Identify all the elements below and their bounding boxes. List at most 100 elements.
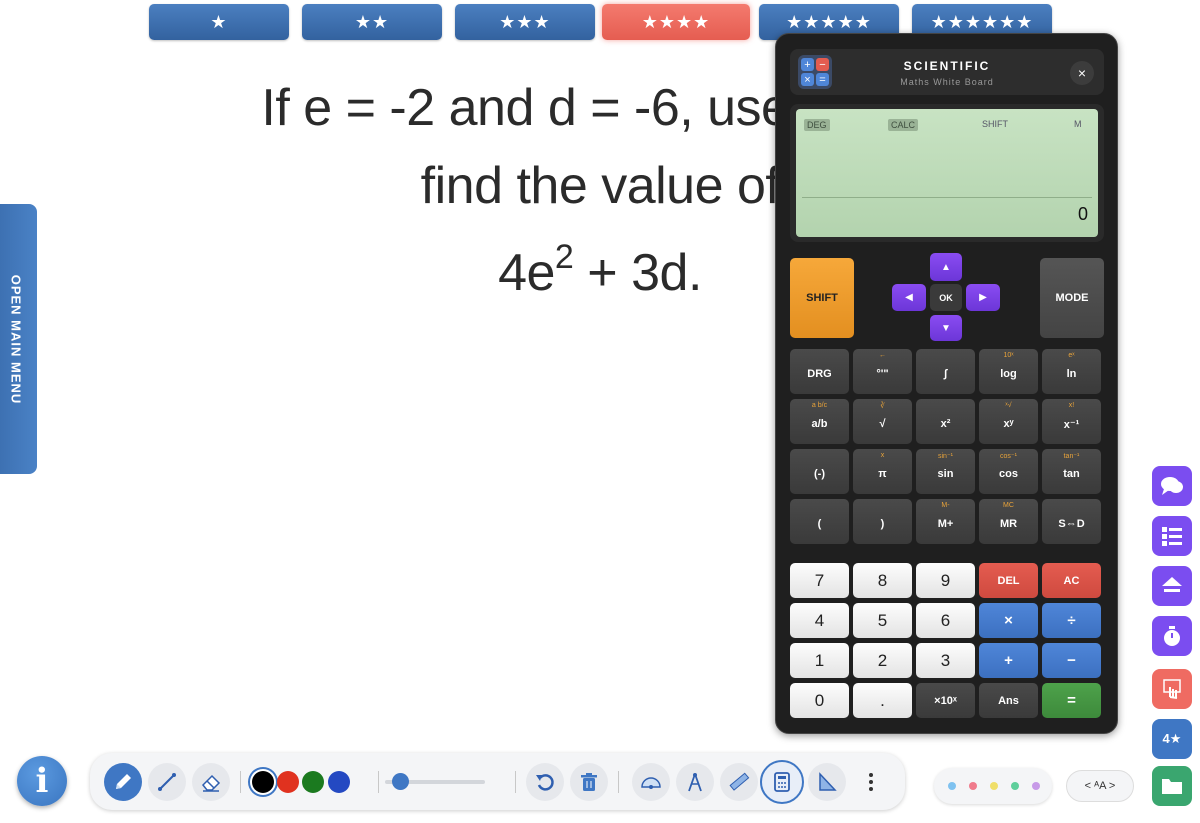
level-tab-1[interactable]: ★ (149, 4, 289, 40)
calc-key[interactable]: . (853, 683, 912, 718)
calc-key[interactable]: 10ˣ log (979, 349, 1038, 394)
secondary-function-label: ∛ (880, 403, 885, 410)
font-size-control[interactable]: < ᴬA > (1066, 770, 1134, 802)
calc-key[interactable]: (-) (790, 449, 849, 494)
right-arrow-key[interactable]: ▶ (966, 284, 1000, 311)
calc-key[interactable]: 9 (916, 563, 975, 598)
calc-key[interactable]: tan⁻¹ tan (1042, 449, 1101, 494)
calc-key[interactable]: ) (853, 499, 912, 544)
calc-key[interactable]: S⇔D (1042, 499, 1101, 544)
calc-key[interactable]: − (1042, 643, 1101, 678)
timer-icon[interactable] (1152, 616, 1192, 656)
info-button[interactable]: i (17, 756, 67, 806)
rating-icon[interactable]: 4★ (1152, 719, 1192, 759)
calc-key[interactable]: DEL (979, 563, 1038, 598)
level-tab-4[interactable]: ★★★★ (602, 4, 750, 40)
calc-key[interactable]: 1 (790, 643, 849, 678)
folder-icon[interactable] (1152, 766, 1192, 806)
calculator-icon[interactable] (760, 760, 804, 804)
key-label: (-) (814, 468, 825, 480)
up-arrow-key[interactable]: ▲ (930, 253, 962, 281)
color-swatch[interactable] (302, 771, 324, 793)
calc-key[interactable]: DRG (790, 349, 849, 394)
background-color-dot[interactable] (969, 782, 977, 790)
color-swatch[interactable] (328, 771, 350, 793)
calc-key[interactable]: ×10ˣ (916, 683, 975, 718)
key-label: log (1000, 368, 1017, 380)
ok-key[interactable]: OK (930, 284, 962, 311)
calc-key[interactable]: ∛ √ (853, 399, 912, 444)
key-label: π (878, 468, 887, 480)
ruler-icon[interactable] (720, 763, 758, 801)
calc-key[interactable]: ← °'" (853, 349, 912, 394)
eraser-icon[interactable] (192, 763, 230, 801)
calculator-display: DEG CALC SHIFT M 0 (796, 109, 1098, 237)
calc-key[interactable]: 0 (790, 683, 849, 718)
calc-key[interactable]: ÷ (1042, 603, 1101, 638)
level-tab-3[interactable]: ★★★ (455, 4, 595, 40)
display-value: 0 (1077, 204, 1088, 224)
calc-key[interactable]: x! x⁻¹ (1042, 399, 1101, 444)
calc-key[interactable]: ∫ (916, 349, 975, 394)
calculator-header[interactable]: + − × = SCIENTIFIC Maths White Board × (790, 49, 1104, 95)
set-square-icon[interactable] (808, 763, 846, 801)
background-color-dot[interactable] (1032, 782, 1040, 790)
shift-key[interactable]: SHIFT (790, 258, 854, 338)
more-options-icon[interactable] (852, 763, 890, 801)
pen-size-slider-knob[interactable] (392, 773, 409, 790)
calc-key[interactable]: xπ (853, 449, 912, 494)
background-color-dot[interactable] (990, 782, 998, 790)
calc-key[interactable]: × (979, 603, 1038, 638)
calc-key[interactable]: = (1042, 683, 1101, 718)
open-main-menu-button[interactable]: OPEN MAIN MENU (0, 204, 37, 474)
mode-key[interactable]: MODE (1040, 258, 1104, 338)
calc-key[interactable]: 4 (790, 603, 849, 638)
calc-key[interactable]: AC (1042, 563, 1101, 598)
background-color-dot[interactable] (1011, 782, 1019, 790)
undo-icon[interactable] (526, 763, 564, 801)
calc-key[interactable]: + (979, 643, 1038, 678)
calc-key[interactable]: x² (916, 399, 975, 444)
hand-icon[interactable] (1152, 669, 1192, 709)
calc-key[interactable]: 6 (916, 603, 975, 638)
down-arrow-key[interactable]: ▼ (930, 315, 962, 341)
key-label: ln (1066, 368, 1077, 380)
calc-key[interactable]: 7 (790, 563, 849, 598)
calc-key[interactable]: 8 (853, 563, 912, 598)
background-palette (934, 768, 1052, 804)
calc-key[interactable]: 5 (853, 603, 912, 638)
calc-key[interactable]: eˣ ln (1042, 349, 1101, 394)
calc-key[interactable]: ˣ√ xʸ (979, 399, 1038, 444)
indicator-deg: DEG (804, 119, 830, 131)
calc-key[interactable]: ( (790, 499, 849, 544)
left-arrow-key[interactable]: ◀ (892, 284, 926, 311)
chat-icon[interactable] (1152, 466, 1192, 506)
calc-key[interactable]: a b/c a/b (790, 399, 849, 444)
calc-key[interactable]: sin⁻¹ sin (916, 449, 975, 494)
level-tab-2[interactable]: ★★ (302, 4, 442, 40)
list-icon[interactable] (1152, 516, 1192, 556)
sort-icon[interactable] (1152, 566, 1192, 606)
key-label: x² (940, 418, 951, 430)
calc-key[interactable]: 2 (853, 643, 912, 678)
line-tool-icon[interactable] (148, 763, 186, 801)
background-color-dot[interactable] (948, 782, 956, 790)
compass-icon[interactable] (676, 763, 714, 801)
calc-key[interactable]: 3 (916, 643, 975, 678)
calc-key[interactable]: Ans (979, 683, 1038, 718)
close-icon[interactable]: × (1070, 61, 1094, 85)
protractor-icon[interactable] (632, 763, 670, 801)
calc-key[interactable]: MC MR (979, 499, 1038, 544)
color-swatch[interactable] (277, 771, 299, 793)
toolbar-divider (378, 771, 379, 793)
calc-key[interactable]: cos⁻¹ cos (979, 449, 1038, 494)
color-swatch[interactable] (252, 771, 274, 793)
expression-base: 4e (498, 244, 555, 302)
pen-icon[interactable] (104, 763, 142, 801)
secondary-function-label: MC (1003, 502, 1014, 509)
key-label: DRG (807, 368, 832, 380)
calc-key[interactable]: M- M+ (916, 499, 975, 544)
main-menu-label: OPEN MAIN MENU (8, 274, 23, 404)
trash-icon[interactable] (570, 763, 608, 801)
key-label: sin (937, 468, 954, 480)
